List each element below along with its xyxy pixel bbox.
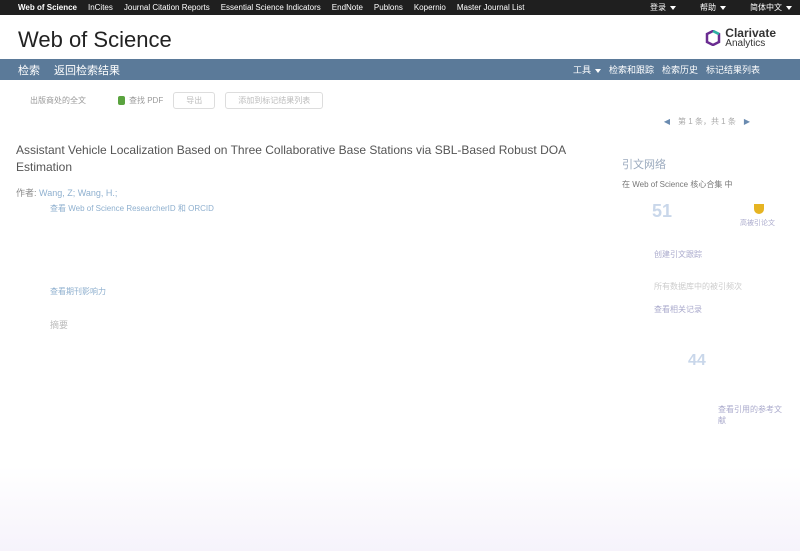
record-pager: ◀ 第 1 条，共 1 条 ▶ xyxy=(656,116,758,127)
times-cited-count[interactable]: 51 xyxy=(652,201,672,222)
search-link[interactable]: 检索 xyxy=(18,62,40,78)
search-history-link[interactable]: 检索历史 xyxy=(662,63,698,76)
help-menu[interactable]: 帮助 xyxy=(688,2,726,13)
top-navigation-bar: Web of Science InCites Journal Citation … xyxy=(0,0,800,15)
citation-network-panel: 引文网络 在 Web of Science 核心合集 中 51 高被引论文 创建… xyxy=(622,156,782,425)
nav-incites[interactable]: InCites xyxy=(88,3,113,12)
chevron-down-icon xyxy=(786,5,792,10)
next-record-icon[interactable]: ▶ xyxy=(744,117,750,126)
clarivate-logo-icon xyxy=(706,30,721,46)
pdf-icon xyxy=(118,96,125,105)
nav-kopernio[interactable]: Kopernio xyxy=(414,3,446,12)
page-bottom-fade xyxy=(0,466,800,551)
pager-text: 第 1 条，共 1 条 xyxy=(678,117,736,126)
toolbar-right: 工具 检索和跟踪 检索历史 标记结果列表 xyxy=(557,59,760,80)
record-actions: 出版商处的全文 查找 PDF 导出 添加到标记结果列表 xyxy=(30,92,333,109)
highly-cited-badge: 高被引论文 xyxy=(740,220,775,227)
nav-web-of-science[interactable]: Web of Science xyxy=(18,3,77,12)
find-pdf-button[interactable]: 查找 PDF xyxy=(118,95,163,106)
nav-jcr[interactable]: Journal Citation Reports xyxy=(124,3,210,12)
nav-esi[interactable]: Essential Science Indicators xyxy=(221,3,321,12)
authors-label: 作者: xyxy=(16,188,37,198)
article-title: Assistant Vehicle Localization Based on … xyxy=(16,143,566,174)
citation-network-heading: 引文网络 xyxy=(622,159,666,171)
cited-references-count[interactable]: 44 xyxy=(688,352,706,370)
chevron-down-icon xyxy=(594,68,601,73)
core-collection-label: 在 Web of Science 核心合集 中 xyxy=(622,180,733,189)
site-title[interactable]: Web of Science xyxy=(18,27,172,53)
author-links[interactable]: Wang, Z; Wang, H.; xyxy=(39,188,117,198)
authors-line: 作者: Wang, Z; Wang, H.; xyxy=(16,186,117,199)
trophy-icon xyxy=(754,204,764,214)
back-to-results-link[interactable]: 返回检索结果 xyxy=(54,62,120,78)
export-button[interactable]: 导出 xyxy=(173,92,216,109)
login-menu[interactable]: 登录 xyxy=(638,2,676,13)
marked-list-link[interactable]: 标记结果列表 xyxy=(706,63,760,76)
create-citation-alert-link[interactable]: 创建引文跟踪 xyxy=(654,249,702,260)
chevron-down-icon xyxy=(670,5,676,10)
previous-record-icon[interactable]: ◀ xyxy=(664,117,670,126)
language-menu[interactable]: 简体中文 xyxy=(738,2,792,13)
researcher-id-link[interactable]: 查看 Web of Science ResearcherID 和 ORCID xyxy=(50,203,214,214)
journal-impact-link[interactable]: 查看期刊影响力 xyxy=(50,286,214,297)
clarivate-wordmark: Clarivate Analytics xyxy=(725,26,776,49)
all-databases-times-cited: 所有数据库中的被引频次 xyxy=(654,282,742,291)
search-and-alert-menu[interactable]: 检索和跟踪 xyxy=(609,63,654,76)
full-text-link[interactable]: 出版商处的全文 xyxy=(30,95,86,106)
brand-bar: Web of Science Clarivate Analytics xyxy=(0,15,800,61)
account-menu: 登录 帮助 简体中文 xyxy=(626,0,792,15)
nav-publons[interactable]: Publons xyxy=(374,3,403,12)
abstract-heading: 摘要 xyxy=(50,320,69,330)
chevron-down-icon xyxy=(720,5,726,10)
nav-endnote[interactable]: EndNote xyxy=(332,3,363,12)
add-to-marked-list-button[interactable]: 添加到标记结果列表 xyxy=(225,92,324,109)
view-cited-references-link[interactable]: 查看引用的参考文献 xyxy=(718,404,782,426)
tools-menu[interactable]: 工具 xyxy=(565,63,601,76)
view-related-records-link[interactable]: 查看相关记录 xyxy=(654,304,702,315)
main-toolbar: 检索 返回检索结果 工具 检索和跟踪 检索历史 标记结果列表 xyxy=(0,59,800,80)
nav-master-journal-list[interactable]: Master Journal List xyxy=(457,3,525,12)
clarivate-logo[interactable]: Clarivate Analytics xyxy=(705,27,776,49)
record-meta: 查看 Web of Science ResearcherID 和 ORCID 查… xyxy=(50,203,214,307)
